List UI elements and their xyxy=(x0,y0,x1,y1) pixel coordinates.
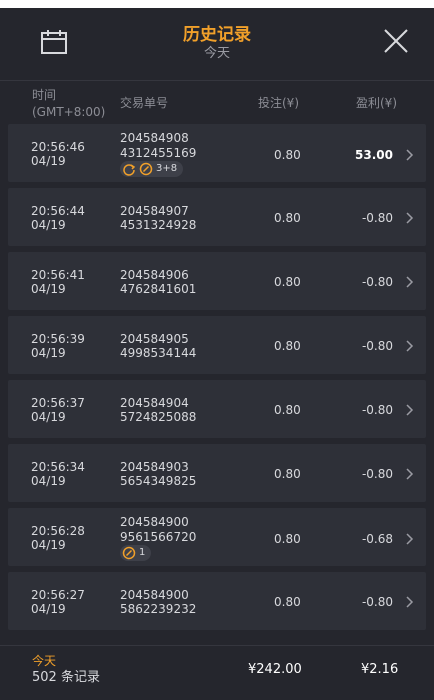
row-order-sub: 5862239232 xyxy=(120,602,197,616)
row-time: 20:56:41 xyxy=(31,268,85,282)
row-time: 20:56:39 xyxy=(31,332,85,346)
table-row[interactable]: 20:56:37 04/19 204584904 5724825088 0.80… xyxy=(8,380,426,438)
chevron-right-icon xyxy=(406,340,414,352)
row-profit: 53.00 xyxy=(355,148,393,162)
row-order-id: 204584906 xyxy=(120,268,189,282)
column-timezone: (GMT+8:00) xyxy=(32,105,106,119)
row-order-sub: 4998534144 xyxy=(120,346,197,360)
row-order-id: 204584904 xyxy=(120,396,189,410)
row-order-id: 204584907 xyxy=(120,204,189,218)
header-bar: 历史记录 今天 xyxy=(0,8,434,81)
table-row[interactable]: 20:56:44 04/19 204584907 4531324928 0.80… xyxy=(8,188,426,246)
table-row[interactable]: 20:56:27 04/19 204584900 5862239232 0.80… xyxy=(8,572,426,630)
chevron-right-icon xyxy=(406,149,414,161)
column-header: 时间 (GMT+8:00) 交易单号 投注(¥) 盈利(¥) xyxy=(0,81,434,123)
row-stake: 0.80 xyxy=(274,467,301,481)
table-row[interactable]: 20:56:39 04/19 204584905 4998534144 0.80… xyxy=(8,316,426,374)
refresh-icon xyxy=(123,164,136,176)
chevron-right-icon xyxy=(406,404,414,416)
summary-footer: 今天 502 条记录 ¥242.00 ¥2.16 xyxy=(0,645,434,700)
row-profit: -0.80 xyxy=(361,595,393,609)
chevron-right-icon xyxy=(406,533,414,545)
column-profit: 盈利(¥) xyxy=(356,96,397,110)
compass-icon xyxy=(122,546,136,560)
row-date: 04/19 xyxy=(31,410,66,424)
page-title: 历史记录 xyxy=(183,25,251,45)
history-panel: 历史记录 今天 时间 (GMT+8:00) 交易单号 投注(¥) 盈利(¥) 2… xyxy=(0,0,434,700)
row-time: 20:56:37 xyxy=(31,396,85,410)
column-stake: 投注(¥) xyxy=(258,96,299,110)
record-count: 502 条记录 xyxy=(32,670,100,685)
row-date: 04/19 xyxy=(31,218,66,232)
column-time: 时间 xyxy=(32,88,57,102)
row-order-sub: 4312455169 xyxy=(120,146,197,160)
row-stake: 0.80 xyxy=(274,211,301,225)
row-time: 20:56:34 xyxy=(31,460,85,474)
table-row[interactable]: 20:56:28 04/19 204584900 9561566720 1 0.… xyxy=(8,508,426,566)
bonus-badges: 3+8 xyxy=(120,161,184,177)
row-order-sub: 5724825088 xyxy=(120,410,197,424)
row-order-sub: 9561566720 xyxy=(120,530,197,544)
table-row[interactable]: 20:56:34 04/19 204584903 5654349825 0.80… xyxy=(8,444,426,502)
row-date: 04/19 xyxy=(31,282,66,296)
row-date: 04/19 xyxy=(31,346,66,360)
chevron-right-icon xyxy=(406,276,414,288)
row-time: 20:56:46 xyxy=(31,140,85,154)
row-time: 20:56:44 xyxy=(31,204,85,218)
chevron-right-icon xyxy=(406,468,414,480)
column-order: 交易单号 xyxy=(120,96,169,110)
row-order-sub: 4531324928 xyxy=(120,218,197,232)
row-date: 04/19 xyxy=(31,538,66,552)
page-subtitle: 今天 xyxy=(203,46,230,61)
row-stake: 0.80 xyxy=(274,403,301,417)
row-stake: 0.80 xyxy=(274,339,301,353)
row-date: 04/19 xyxy=(31,474,66,488)
chevron-right-icon xyxy=(406,596,414,608)
row-time: 20:56:27 xyxy=(31,588,85,602)
row-order-sub: 4762841601 xyxy=(120,282,197,296)
row-profit: -0.80 xyxy=(361,211,393,225)
row-order-id: 204584900 xyxy=(120,588,189,602)
total-profit: ¥2.16 xyxy=(361,662,399,677)
row-stake: 0.80 xyxy=(274,275,301,289)
row-profit: -0.80 xyxy=(361,275,393,289)
badge-count: 3+8 xyxy=(156,163,178,174)
summary-period: 今天 xyxy=(32,654,57,668)
row-stake: 0.80 xyxy=(274,532,301,546)
chevron-right-icon xyxy=(406,212,414,224)
row-stake: 0.80 xyxy=(274,595,301,609)
row-profit: -0.80 xyxy=(361,467,393,481)
row-time: 20:56:28 xyxy=(31,524,85,538)
badge-count: 1 xyxy=(139,547,146,558)
row-order-sub: 5654349825 xyxy=(120,474,197,488)
close-icon[interactable] xyxy=(382,27,410,55)
row-order-id: 204584908 xyxy=(120,131,189,145)
table-row[interactable]: 20:56:46 04/19 204584908 4312455169 3+8 … xyxy=(8,124,426,182)
top-strip xyxy=(0,0,434,8)
row-stake: 0.80 xyxy=(274,148,301,162)
total-stake: ¥242.00 xyxy=(248,662,302,677)
row-profit: -0.80 xyxy=(361,339,393,353)
compass-icon xyxy=(139,162,153,176)
row-profit: -0.68 xyxy=(361,532,393,546)
row-order-id: 204584903 xyxy=(120,460,189,474)
row-order-id: 204584900 xyxy=(120,515,189,529)
bonus-badges: 1 xyxy=(120,545,152,561)
table-row[interactable]: 20:56:41 04/19 204584906 4762841601 0.80… xyxy=(8,252,426,310)
row-date: 04/19 xyxy=(31,154,66,168)
row-date: 04/19 xyxy=(31,602,66,616)
row-profit: -0.80 xyxy=(361,403,393,417)
title-block: 历史记录 今天 xyxy=(0,24,434,62)
row-order-id: 204584905 xyxy=(120,332,189,346)
